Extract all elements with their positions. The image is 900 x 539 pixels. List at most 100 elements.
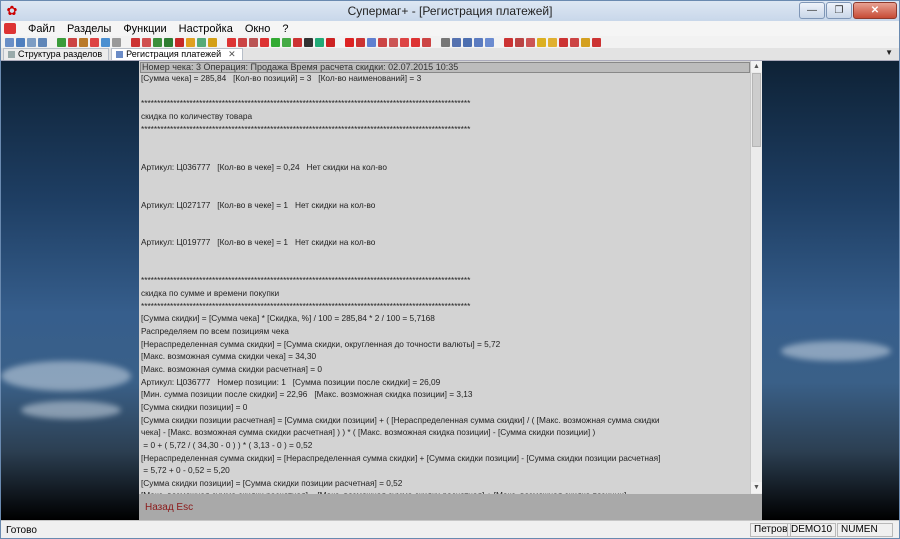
discount-log: [Сумма чека] = 285,84 [Кол-во позиций] =…	[141, 73, 749, 494]
check-green-icon[interactable]	[315, 37, 324, 47]
money-icon[interactable]	[271, 37, 280, 47]
log-line: Артикул: Ц027177 [Кол-во в чеке] = 1 Нет…	[141, 199, 376, 210]
status-numlock: NUMEN	[837, 523, 893, 537]
folder-icon[interactable]	[208, 37, 217, 47]
log-line: Артикул: Ц019777 [Кол-во в чеке] = 1 Нет…	[141, 237, 376, 248]
export-icon[interactable]	[142, 37, 151, 47]
tabs-dropdown-icon[interactable]: ▼	[885, 48, 893, 57]
list-icon[interactable]	[27, 37, 36, 47]
vertical-scrollbar[interactable]: ▲ ▼	[750, 61, 762, 494]
receipt-header: Номер чека: 3 Операция: Продажа Время ра…	[140, 62, 750, 73]
restore-button[interactable]: ❐	[826, 2, 852, 19]
wand-icon[interactable]	[537, 37, 546, 47]
menu-help[interactable]: ?	[276, 23, 294, 35]
doc-red-3-icon[interactable]	[249, 37, 258, 47]
box-icon[interactable]	[175, 37, 184, 47]
doc-x-icon[interactable]	[389, 37, 398, 47]
sheet-icon[interactable]	[153, 37, 162, 47]
flag-icon[interactable]	[197, 37, 206, 47]
scroll-thumb[interactable]	[752, 73, 761, 147]
log-line: чека] - [Макс. возможная сумма скидки ра…	[141, 427, 596, 438]
cross-icon[interactable]	[345, 37, 354, 47]
status-database: DEMO10	[787, 523, 837, 537]
delete-icon[interactable]	[411, 37, 420, 47]
window-4-icon[interactable]	[485, 37, 494, 47]
panel-footer: Назад Esc	[139, 494, 762, 520]
tool-red-5-icon[interactable]	[570, 37, 579, 47]
log-line: = 5,72 + 0 - 0,52 = 5,20	[141, 465, 230, 476]
discount-log-panel: Номер чека: 3 Операция: Продажа Время ра…	[139, 61, 762, 520]
grid-icon[interactable]	[16, 37, 25, 47]
menu-file[interactable]: Файл	[22, 23, 61, 35]
delete-2-icon[interactable]	[422, 37, 431, 47]
tab-label: Регистрация платежей	[126, 49, 222, 59]
close-button[interactable]: ✕	[853, 2, 897, 19]
structure-tab-icon	[8, 51, 15, 58]
scroll-up-icon[interactable]: ▲	[751, 61, 762, 72]
tab-payments[interactable]: Регистрация платежей ✕	[111, 48, 243, 60]
menu-functions[interactable]: Функции	[117, 23, 172, 35]
log-line: [Макс. возможная сумма скидки расчетная]…	[141, 363, 322, 374]
status-user: Петров	[750, 523, 792, 537]
close-tab-icon[interactable]: ✕	[228, 49, 236, 60]
cash-icon[interactable]	[282, 37, 291, 47]
log-line: ****************************************…	[141, 300, 471, 311]
text-icon[interactable]	[378, 37, 387, 47]
log-line: [Сумма скидки] = [Сумма чека] * [Скидка,…	[141, 313, 435, 324]
tool-red-2-icon[interactable]	[515, 37, 524, 47]
log-line: Распределяем по всем позициям чека	[141, 326, 289, 336]
menu-sections[interactable]: Разделы	[61, 23, 117, 35]
report-icon[interactable]	[90, 37, 99, 47]
tab-structure[interactable]: Структура разделов	[3, 48, 110, 60]
table-icon[interactable]	[38, 37, 47, 47]
scroll-down-icon[interactable]: ▼	[751, 482, 762, 493]
status-bar: Готово Петров DEMO10 NUMEN	[1, 520, 899, 538]
user-icon[interactable]	[186, 37, 195, 47]
payments-tab-icon	[116, 51, 124, 58]
log-line: Артикул: Ц036777 Номер позиции: 1 [Сумма…	[141, 376, 441, 387]
log-line: ****************************************…	[141, 123, 471, 134]
stamp-icon[interactable]	[293, 37, 302, 47]
log-line: ****************************************…	[141, 98, 471, 109]
window-icon[interactable]	[452, 37, 461, 47]
tag-red-icon[interactable]	[326, 37, 335, 47]
filter-icon[interactable]	[68, 37, 77, 47]
document-menu-icon[interactable]	[4, 23, 16, 34]
log-line: [Нераспределенная сумма скидки] = [Сумма…	[141, 338, 501, 349]
minimize-button[interactable]: —	[799, 2, 825, 19]
tool-red-3-icon[interactable]	[526, 37, 535, 47]
tree-icon[interactable]	[112, 37, 121, 47]
coins-icon[interactable]	[581, 37, 590, 47]
cross-blue-icon[interactable]	[367, 37, 376, 47]
wand-2-icon[interactable]	[548, 37, 557, 47]
terminal-icon[interactable]	[304, 37, 313, 47]
menu-bar: Файл Разделы Функции Настройка Окно ?	[1, 21, 899, 36]
calc-icon[interactable]	[164, 37, 173, 47]
cloud	[781, 341, 891, 361]
back-button[interactable]: Назад Esc	[145, 502, 193, 513]
window-3-icon[interactable]	[474, 37, 483, 47]
tool-red-4-icon[interactable]	[559, 37, 568, 47]
menu-window[interactable]: Окно	[239, 23, 277, 35]
menu-settings[interactable]: Настройка	[173, 23, 239, 35]
cross-2-icon[interactable]	[356, 37, 365, 47]
tool-red-icon[interactable]	[504, 37, 513, 47]
print-icon[interactable]	[131, 37, 140, 47]
log-line: Артикул: Ц036777 [Кол-во в чеке] = 0,24 …	[141, 161, 387, 172]
building-icon[interactable]	[79, 37, 88, 47]
window-controls: — ❐ ✕	[799, 2, 897, 19]
printer-icon[interactable]	[441, 37, 450, 47]
doc-red-icon[interactable]	[227, 37, 236, 47]
window-title: Супермаг+ - [Регистрация платежей]	[347, 4, 553, 18]
green-book-icon[interactable]	[57, 37, 66, 47]
doc-red-4-icon[interactable]	[260, 37, 269, 47]
doc-red-2-icon[interactable]	[238, 37, 247, 47]
new-doc-icon[interactable]	[5, 37, 14, 47]
cloud	[1, 361, 131, 391]
chart-icon[interactable]	[101, 37, 110, 47]
doc-x-2-icon[interactable]	[400, 37, 409, 47]
tool-red-6-icon[interactable]	[592, 37, 601, 47]
window-2-icon[interactable]	[463, 37, 472, 47]
cloud	[21, 401, 121, 419]
log-line: [Сумма чека] = 285,84 [Кол-во позиций] =…	[141, 73, 422, 83]
